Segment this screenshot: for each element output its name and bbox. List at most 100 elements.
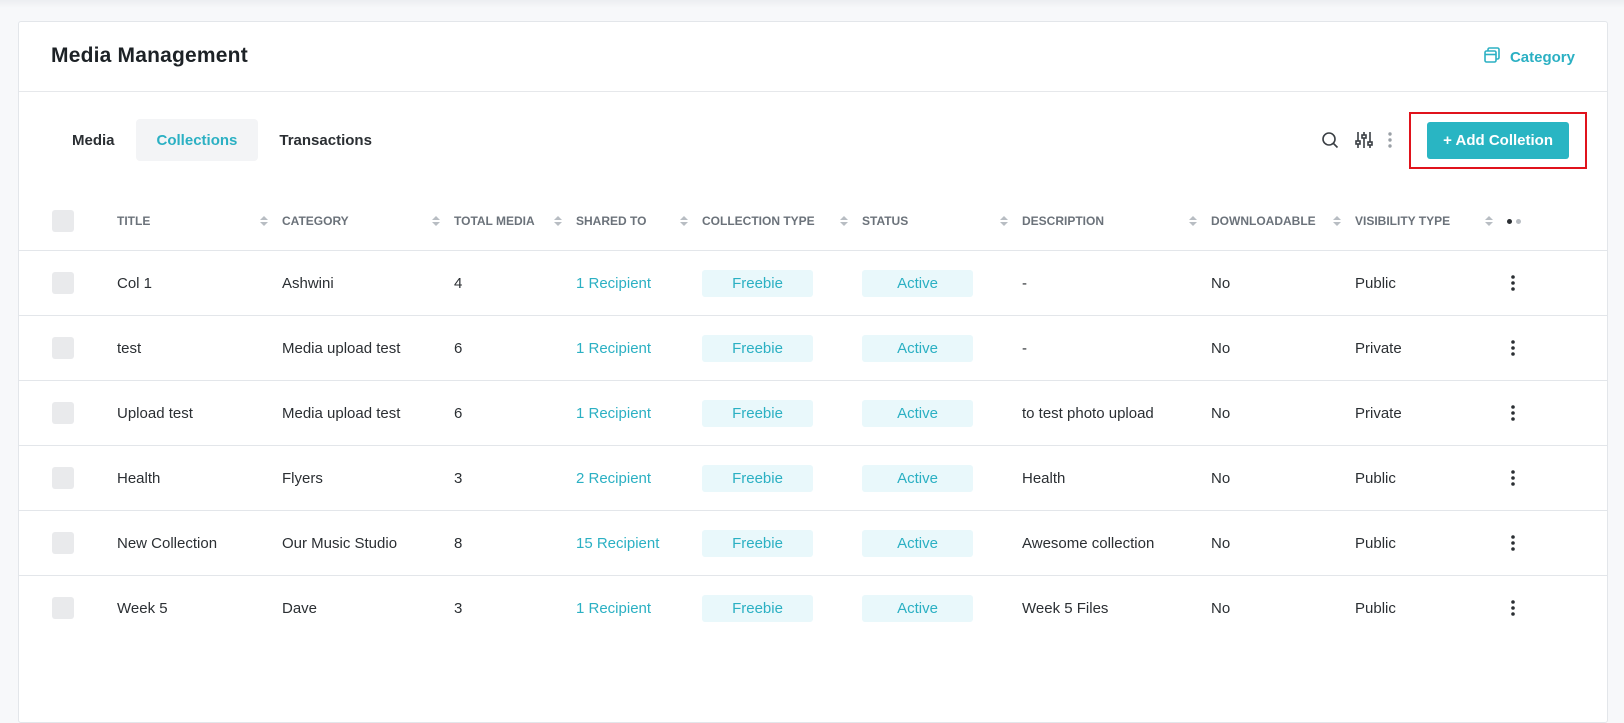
sort-icon[interactable] [1485,216,1493,226]
cell-description: Health [1022,469,1066,487]
collection-type-badge: Freebie [702,529,813,557]
column-header[interactable]: STATUS [862,192,1022,251]
cell-downloadable: No [1211,339,1231,357]
collection-type-badge: Freebie [702,594,813,622]
cell-description: - [1022,339,1027,357]
sort-icon[interactable] [1333,216,1341,226]
row-checkbox[interactable] [52,402,74,424]
tab-media[interactable]: Media [51,119,136,161]
status-badge: Active [862,269,973,297]
table-header-row: TITLE CATEGORY TOTAL MEDIA SHARED TO COL… [19,192,1607,251]
status-badge: Active [862,334,973,362]
table-row: Col 1 Ashwini 4 1 Recipient Freebie Active - No… [19,250,1607,316]
search-icon[interactable] [1317,127,1343,153]
column-header[interactable]: SHARED TO [576,192,702,251]
row-actions-icon[interactable] [1501,336,1525,360]
category-link[interactable]: Category [1483,46,1575,68]
cell-category: Dave [282,599,318,617]
status-badge: Active [862,594,973,622]
shared-to-link[interactable]: 1 Recipient [576,600,651,617]
status-badge: Active [862,399,973,427]
collections-table: TITLE CATEGORY TOTAL MEDIA SHARED TO COL… [19,192,1607,640]
cell-title: Week 5 [117,599,168,617]
cell-visibility: Public [1355,274,1396,292]
collection-type-badge: Freebie [702,399,813,427]
row-actions-icon[interactable] [1501,401,1525,425]
cell-description: - [1022,274,1027,292]
row-checkbox[interactable] [52,272,74,294]
add-collection-button[interactable]: + Add Colletion [1427,121,1569,159]
cell-total-media: 8 [454,534,463,552]
media-management-card: Media Management Category Media Collecti… [18,21,1608,723]
collection-type-badge: Freebie [702,334,813,362]
sort-icon[interactable] [1189,216,1197,226]
tab-collections[interactable]: Collections [135,119,259,161]
card-header: Media Management Category [19,22,1607,92]
cell-total-media: 3 [454,599,463,617]
shared-to-link[interactable]: 2 Recipient [576,470,651,487]
cell-downloadable: No [1211,404,1231,422]
sort-icon[interactable] [1000,216,1008,226]
toolbar: Media Collections Transactions + Add Col… [19,92,1607,192]
more-options-icon[interactable] [1385,127,1395,153]
select-all-checkbox[interactable] [52,210,74,232]
cell-title: Upload test [117,404,193,422]
cell-downloadable: No [1211,469,1231,487]
cell-downloadable: No [1211,534,1231,552]
table-row: Health Flyers 3 2 Recipient Freebie Active Hea… [19,445,1607,511]
status-badge: Active [862,464,973,492]
cell-title: Health [117,469,161,487]
column-header[interactable]: TOTAL MEDIA [454,192,576,251]
cell-visibility: Public [1355,534,1396,552]
cell-total-media: 4 [454,274,463,292]
cell-category: Media upload test [282,339,401,357]
sliders-icon[interactable] [1351,127,1377,153]
row-checkbox[interactable] [52,337,74,359]
shared-to-link[interactable]: 1 Recipient [576,405,651,422]
table-row: Week 5 Dave 3 1 Recipient Freebie Active Week … [19,575,1607,640]
sort-icon[interactable] [840,216,848,226]
category-label: Category [1509,48,1575,66]
column-header[interactable]: CATEGORY [282,192,454,251]
row-actions-icon[interactable] [1501,596,1525,620]
cell-total-media: 3 [454,469,463,487]
cell-description: Week 5 Files [1022,599,1109,617]
row-actions-icon[interactable] [1501,271,1525,295]
column-header[interactable]: VISIBILITY TYPE [1355,192,1507,251]
row-checkbox[interactable] [52,467,74,489]
row-actions-icon[interactable] [1501,531,1525,555]
column-header[interactable]: DESCRIPTION [1022,192,1211,251]
cell-description: Awesome collection [1022,534,1155,552]
cell-category: Media upload test [282,404,401,422]
cell-title: Col 1 [117,274,153,292]
row-checkbox[interactable] [52,597,74,619]
top-shadow [0,0,1624,8]
row-actions-icon[interactable] [1501,466,1525,490]
sort-icon[interactable] [432,216,440,226]
cell-visibility: Private [1355,404,1402,422]
column-header[interactable]: COLLECTION TYPE [702,192,862,251]
tab-transactions[interactable]: Transactions [258,119,393,161]
row-checkbox[interactable] [52,532,74,554]
shared-to-link[interactable]: 15 Recipient [576,535,659,552]
column-settings-icon[interactable] [1507,218,1607,224]
sort-icon[interactable] [680,216,688,226]
cell-visibility: Public [1355,469,1396,487]
sort-icon[interactable] [554,216,562,226]
cell-category: Flyers [282,469,323,487]
tab-bar: Media Collections Transactions [51,119,393,161]
collection-type-badge: Freebie [702,464,813,492]
cell-title: New Collection [117,534,218,552]
page-title: Media Management [51,44,248,67]
cell-description: to test photo upload [1022,404,1154,422]
cell-category: Our Music Studio [282,534,398,552]
shared-to-link[interactable]: 1 Recipient [576,275,651,292]
collection-type-badge: Freebie [702,269,813,297]
sort-icon[interactable] [260,216,268,226]
table-row: New Collection Our Music Studio 8 15 Recipi… [19,510,1607,576]
shared-to-link[interactable]: 1 Recipient [576,340,651,357]
add-collection-highlight: + Add Colletion [1409,111,1587,169]
column-header[interactable]: DOWNLOADABLE [1211,192,1355,251]
column-header[interactable]: TITLE [117,192,282,251]
status-badge: Active [862,529,973,557]
